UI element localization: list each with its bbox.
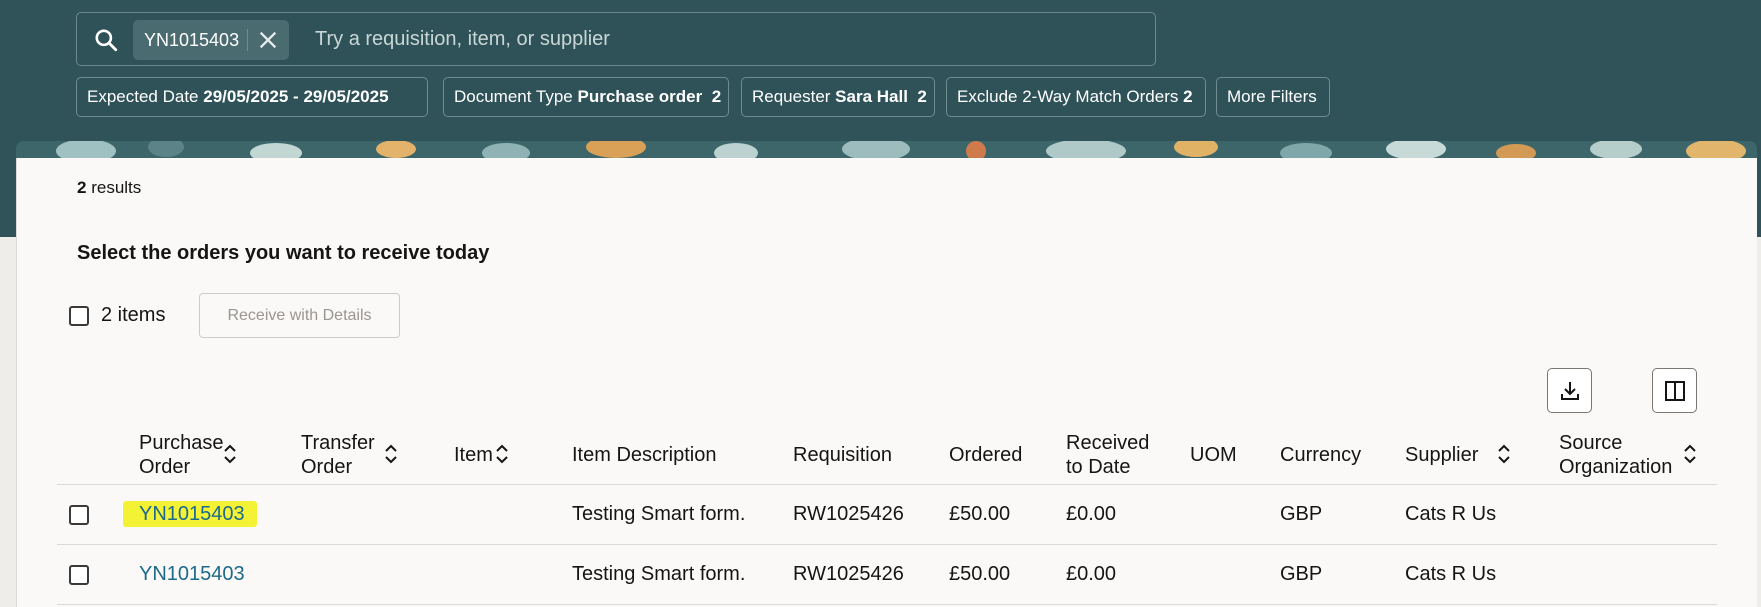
- filter-count: 2: [711, 87, 722, 106]
- more-filters-button[interactable]: More Filters: [1216, 77, 1330, 117]
- filter-value: 29/05/2025 - 29/05/2025: [203, 87, 389, 106]
- filter-count: 2: [917, 87, 927, 106]
- page-title: Select the orders you want to receive to…: [77, 242, 490, 264]
- download-button[interactable]: [1547, 368, 1592, 413]
- table-row[interactable]: YN1015403 Testing Smart form. RW1025426 …: [57, 485, 1717, 545]
- results-label: results: [91, 178, 142, 197]
- column-header-transfer-order[interactable]: Transfer Order: [301, 431, 375, 479]
- columns-button[interactable]: [1652, 368, 1697, 413]
- filter-value: Sara Hall: [835, 87, 908, 106]
- column-header-ordered: Ordered: [949, 444, 1023, 466]
- cell-supplier: Cats R Us: [1405, 563, 1497, 585]
- close-icon[interactable]: [257, 29, 279, 51]
- filter-label: More Filters: [1227, 87, 1317, 106]
- column-header-item-description: Item Description: [572, 444, 717, 466]
- purchase-order-link[interactable]: YN1015403: [139, 562, 245, 586]
- filter-count: 2: [1183, 87, 1193, 106]
- column-header-uom: UOM: [1190, 444, 1237, 466]
- cell-item-description: Testing Smart form.: [572, 563, 746, 585]
- sort-icon[interactable]: [384, 443, 398, 465]
- table-header: Purchase Order Transfer Order Item Item …: [57, 423, 1717, 485]
- search-input[interactable]: [315, 13, 1135, 65]
- column-header-source-organization[interactable]: Source Organization: [1559, 431, 1672, 479]
- table-row[interactable]: YN1015403 Testing Smart form. RW1025426 …: [57, 545, 1717, 605]
- filter-requester[interactable]: Requester Sara Hall 2: [741, 77, 935, 117]
- sort-icon[interactable]: [223, 443, 237, 465]
- column-header-received-to-date: Received to Date: [1066, 432, 1150, 478]
- cell-ordered: £50.00: [949, 563, 1011, 585]
- cell-currency: GBP: [1280, 563, 1323, 585]
- receive-with-details-button[interactable]: Receive with Details: [199, 293, 400, 338]
- cell-received-to-date: £0.00: [1066, 563, 1117, 585]
- download-icon: [1560, 381, 1579, 400]
- column-header-currency: Currency: [1280, 444, 1362, 466]
- select-all-checkbox[interactable]: [69, 306, 89, 326]
- column-header-item[interactable]: Item: [454, 443, 493, 467]
- cell-supplier: Cats R Us: [1405, 503, 1497, 525]
- search-chip-label: YN1015403: [144, 29, 240, 50]
- row-checkbox[interactable]: [69, 565, 89, 585]
- filter-label: Document Type: [454, 87, 573, 106]
- filter-label: Expected Date: [87, 87, 199, 106]
- cell-currency: GBP: [1280, 503, 1323, 525]
- filter-expected-date[interactable]: Expected Date 29/05/2025 - 29/05/2025: [76, 77, 428, 117]
- results-count: 2 results: [77, 178, 141, 198]
- filter-value: Purchase order: [577, 87, 703, 106]
- purchase-order-link[interactable]: YN1015403: [123, 501, 257, 527]
- cell-ordered: £50.00: [949, 503, 1011, 525]
- chip-divider: [247, 29, 248, 51]
- cell-requisition: RW1025426: [793, 563, 904, 585]
- cell-received-to-date: £0.00: [1066, 503, 1117, 525]
- column-header-supplier[interactable]: Supplier: [1405, 443, 1478, 467]
- highlighted-purchase-order[interactable]: YN1015403: [123, 501, 257, 527]
- search-icon: [95, 29, 118, 52]
- sort-icon[interactable]: [495, 443, 509, 465]
- column-header-requisition: Requisition: [793, 444, 892, 466]
- column-header-purchase-order[interactable]: Purchase Order: [139, 431, 224, 479]
- filter-exclude-2-way-match[interactable]: Exclude 2-Way Match Orders 2: [946, 77, 1206, 117]
- cell-requisition: RW1025426: [793, 503, 904, 525]
- filter-document-type[interactable]: Document Type Purchase order 2: [443, 77, 729, 117]
- row-checkbox[interactable]: [69, 505, 89, 525]
- columns-icon: [1664, 380, 1685, 401]
- items-count-label: 2 items: [101, 304, 166, 326]
- filter-label: Exclude 2-Way Match Orders: [957, 87, 1179, 106]
- sort-icon[interactable]: [1497, 443, 1511, 465]
- search-chip[interactable]: YN1015403: [133, 20, 289, 60]
- results-number: 2: [77, 178, 87, 197]
- search-box[interactable]: YN1015403: [76, 12, 1156, 66]
- results-panel: 2 results Select the orders you want to …: [16, 158, 1757, 607]
- filter-label: Requester: [752, 87, 831, 106]
- cell-item-description: Testing Smart form.: [572, 503, 746, 525]
- sort-icon[interactable]: [1683, 443, 1697, 465]
